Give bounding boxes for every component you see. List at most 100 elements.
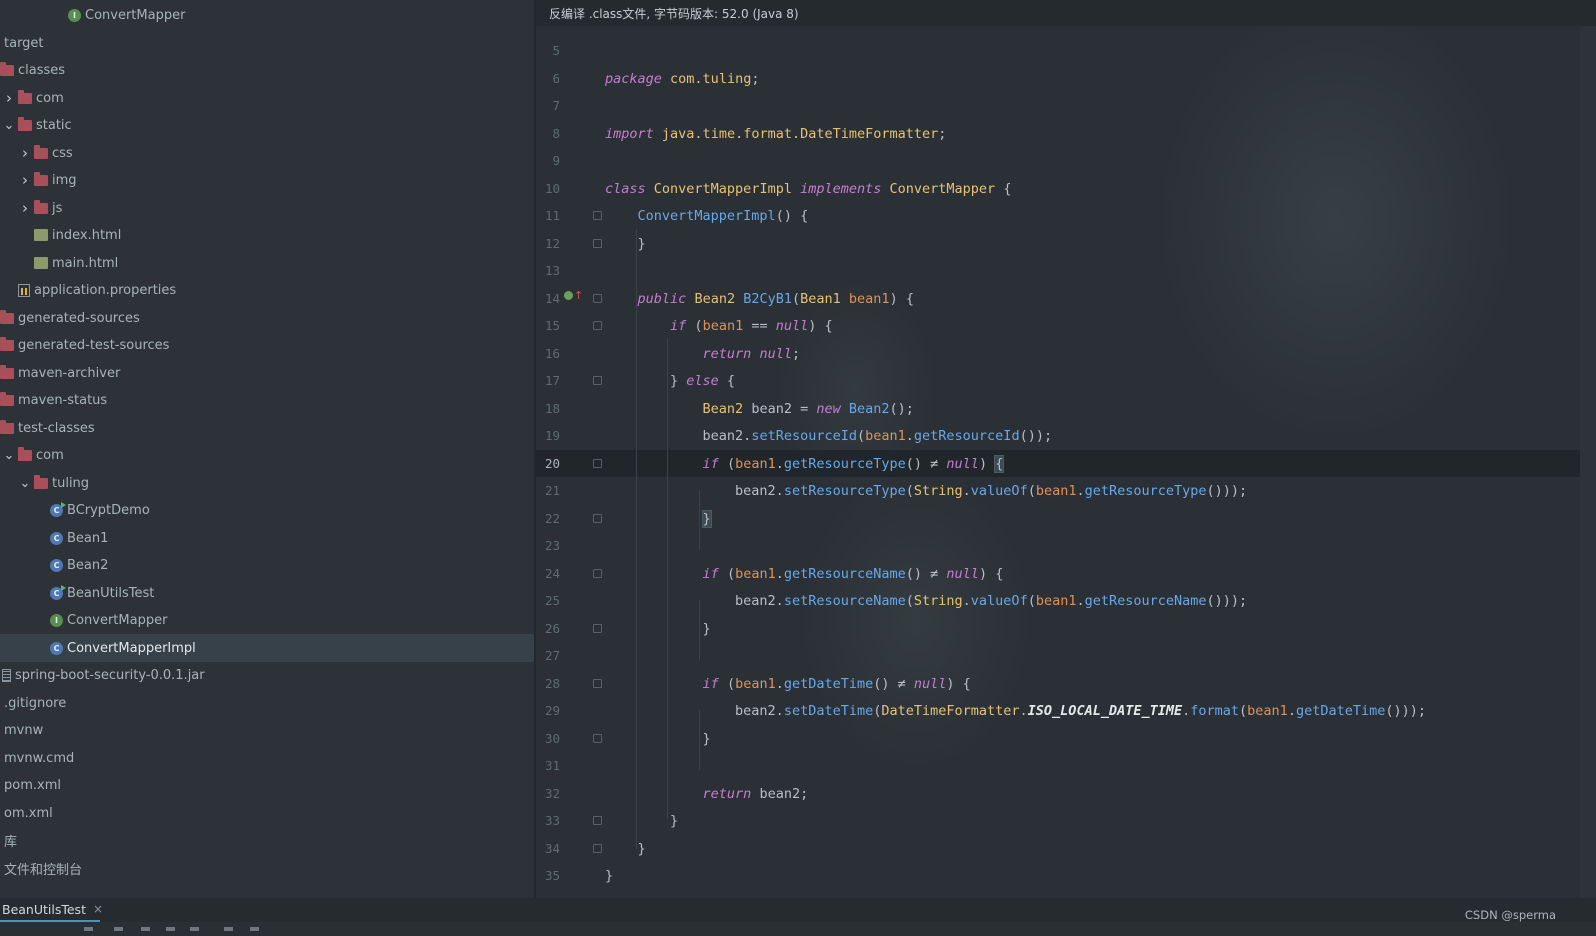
code-line[interactable]: 13 [536,257,1596,284]
line-number[interactable]: 16 [536,346,560,361]
tree-item[interactable]: C BeanUtilsTest [0,579,536,607]
tree-item[interactable]: › img [0,166,536,194]
tree-item[interactable]: generated-sources [0,304,536,332]
stop-icon[interactable] [84,927,93,931]
tree-item[interactable]: ⌄ tuling [0,469,536,497]
fold-marker-icon[interactable] [593,459,602,468]
line-number[interactable]: 19 [536,428,560,443]
fold-marker-icon[interactable] [593,239,602,248]
code-line[interactable]: 11 ConvertMapperImpl() { [536,202,1596,229]
chevron-down-icon[interactable]: ⌄ [4,448,15,463]
line-number[interactable]: 26 [536,621,560,636]
code-line[interactable]: 32 return bean2; [536,780,1596,807]
code-text[interactable]: public Bean2 B2CyB1(Bean1 bean1) { [605,291,914,307]
code-line[interactable]: 21 bean2.setResourceType(String.valueOf(… [536,477,1596,504]
tree-item[interactable]: mvnw.cmd [0,744,536,772]
editor-scrollbar[interactable] [1580,26,1596,898]
layout-icon[interactable] [224,927,233,931]
tree-item[interactable]: index.html [0,221,536,249]
line-number[interactable]: 11 [536,208,560,223]
tree-item[interactable]: C Bean1 [0,524,536,552]
fold-marker-icon[interactable] [593,569,602,578]
implements-method-icon[interactable] [564,291,573,300]
code-text[interactable]: if (bean1.getResourceType() ≠ null) { [605,454,1005,473]
code-line[interactable]: 14 public Bean2 B2CyB1(Bean1 bean1) { [536,285,1596,312]
tree-item[interactable]: C Bean2 [0,551,536,579]
chevron-right-icon[interactable]: › [4,89,14,107]
code-text[interactable]: } [605,236,646,252]
code-text[interactable]: import java.time.format.DateTimeFormatte… [605,126,946,142]
line-number[interactable]: 28 [536,676,560,691]
tree-item[interactable]: ⌄ com [0,441,536,469]
chevron-right-icon[interactable]: › [20,171,30,189]
chevron-right-icon[interactable]: › [20,199,30,217]
tree-item[interactable]: 库 [0,826,536,854]
tree-item[interactable]: main.html [0,249,536,277]
code-line[interactable]: 26 } [536,615,1596,642]
code-line[interactable]: 16 return null; [536,340,1596,367]
line-number[interactable]: 12 [536,236,560,251]
tree-item[interactable]: C ConvertMapperImpl [0,634,536,662]
tree-item[interactable]: › com [0,84,536,112]
code-line[interactable]: 8 import java.time.format.DateTimeFormatt… [536,120,1596,147]
code-line[interactable]: 35} [536,862,1596,889]
go-to-interface-arrow-icon[interactable]: ↑ [574,290,583,301]
code-line[interactable]: 28 if (bean1.getDateTime() ≠ null) { [536,670,1596,697]
code-text[interactable]: } [605,509,712,528]
tree-item[interactable]: .gitignore [0,689,536,717]
line-number[interactable]: 7 [536,98,560,113]
line-number[interactable]: 20 [536,456,560,471]
line-number[interactable]: 17 [536,373,560,388]
code-line[interactable]: 31 [536,752,1596,779]
code-line[interactable]: 10 class ConvertMapperImpl implements Con… [536,175,1596,202]
tree-item[interactable]: C BCryptDemo [0,496,536,524]
tree-item[interactable]: › js [0,194,536,222]
code-text[interactable]: bean2.setResourceType(String.valueOf(bea… [605,483,1247,499]
line-number[interactable]: 15 [536,318,560,333]
line-number[interactable]: 31 [536,758,560,773]
code-line[interactable]: 22 } [536,505,1596,532]
line-number[interactable]: 10 [536,181,560,196]
fold-marker-icon[interactable] [593,679,602,688]
chevron-down-icon[interactable]: ⌄ [4,118,15,133]
code-editor[interactable]: 反编译 .class文件, 字节码版本: 52.0 (Java 8) 5 6 pac… [536,0,1596,898]
fold-marker-icon[interactable] [593,294,602,303]
fold-marker-icon[interactable] [593,844,602,853]
code-line[interactable]: 9 [536,147,1596,174]
code-line[interactable]: 23 [536,532,1596,559]
tree-item[interactable]: maven-archiver [0,359,536,387]
line-number[interactable]: 23 [536,538,560,553]
line-number[interactable]: 5 [536,43,560,58]
more-icon[interactable] [250,927,259,931]
tree-item[interactable]: maven-status [0,386,536,414]
chevron-right-icon[interactable]: › [20,144,30,162]
code-text[interactable]: } else { [605,373,735,389]
line-number[interactable]: 27 [536,648,560,663]
close-icon[interactable]: × [93,902,103,916]
code-text[interactable]: } [605,621,711,637]
line-number[interactable]: 8 [536,126,560,141]
tree-item[interactable]: om.xml [0,799,536,827]
code-text[interactable]: if (bean1 == null) { [605,318,833,334]
code-text[interactable]: } [605,841,646,857]
fold-marker-icon[interactable] [593,321,602,330]
line-number[interactable]: 18 [536,401,560,416]
code-line[interactable]: 17 } else { [536,367,1596,394]
code-line[interactable]: 27 [536,642,1596,669]
fold-marker-icon[interactable] [593,734,602,743]
code-line[interactable]: 29 bean2.setDateTime(DateTimeFormatter.I… [536,697,1596,724]
tree-item[interactable]: test-classes [0,414,536,442]
fold-marker-icon[interactable] [593,624,602,633]
code-line[interactable]: 6 package com.tuling; [536,65,1596,92]
code-text[interactable]: } [605,731,711,747]
line-number[interactable]: 6 [536,71,560,86]
code-line[interactable]: 5 [536,37,1596,64]
line-number[interactable]: 29 [536,703,560,718]
code-line[interactable]: 24 if (bean1.getResourceName() ≠ null) { [536,560,1596,587]
code-text[interactable]: ConvertMapperImpl() { [605,208,809,224]
tree-item[interactable]: target [0,29,536,57]
line-number[interactable]: 14 [536,291,560,306]
scroll-down-icon[interactable] [190,927,199,931]
code-line[interactable]: 25 bean2.setResourceName(String.valueOf(… [536,587,1596,614]
code-text[interactable]: if (bean1.getDateTime() ≠ null) { [605,676,971,692]
